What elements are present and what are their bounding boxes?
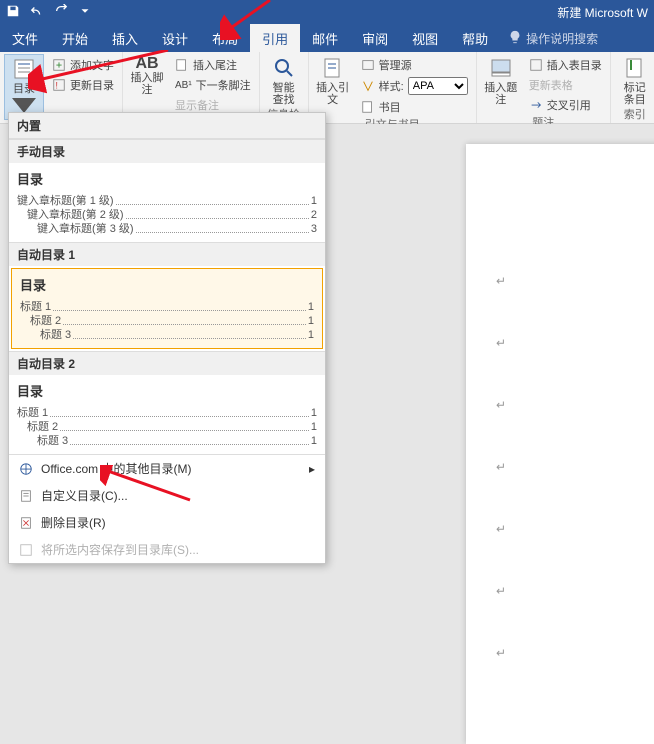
insert-caption-button[interactable]: 插入题注 xyxy=(481,54,521,106)
delete-icon xyxy=(19,516,33,530)
gallery-title-manual: 手动目录 xyxy=(9,139,325,163)
quick-access-toolbar xyxy=(6,4,92,21)
style-dropdown[interactable]: APA xyxy=(408,77,468,95)
next-footnote-button[interactable]: AB¹下一条脚注 xyxy=(171,76,255,94)
citation-style-select[interactable]: 样式: APA xyxy=(357,76,472,96)
tab-review[interactable]: 审阅 xyxy=(350,24,400,52)
tell-me-search[interactable]: 操作说明搜索 xyxy=(500,24,606,52)
paragraph-mark xyxy=(496,274,654,288)
mark-entry-button[interactable]: 标记 条目 xyxy=(615,54,654,106)
save-to-gallery-item: 将所选内容保存到目录库(S)... xyxy=(9,536,325,563)
paragraph-mark xyxy=(496,460,654,474)
tab-home[interactable]: 开始 xyxy=(50,24,100,52)
insert-footnote-button[interactable]: AB 插入脚注 xyxy=(127,54,167,96)
ribbon-group-captions: 插入题注 插入表目录 更新表格 交叉引用 题注 xyxy=(477,52,611,123)
menu-bar: 文件 开始 插入 设计 布局 引用 邮件 审阅 视图 帮助 操作说明搜索 xyxy=(0,24,654,52)
more-from-office-item[interactable]: Office.com 中的其他目录(M) ▸ xyxy=(9,455,325,482)
gallery-title-auto2: 自动目录 2 xyxy=(9,351,325,375)
update-toc-button[interactable]: !更新目录 xyxy=(48,76,118,94)
tab-help[interactable]: 帮助 xyxy=(450,24,500,52)
tab-file[interactable]: 文件 xyxy=(0,24,50,52)
insert-tof-button[interactable]: 插入表目录 xyxy=(525,56,606,74)
tab-view[interactable]: 视图 xyxy=(400,24,450,52)
tab-design[interactable]: 设计 xyxy=(150,24,200,52)
title-bar: 新建 Microsoft W xyxy=(0,0,654,24)
gallery-item-auto2[interactable]: 目录 标题 11 标题 21 标题 31 xyxy=(9,375,325,454)
save-icon[interactable] xyxy=(6,4,20,21)
ribbon-group-index: 标记 条目 索引 xyxy=(611,52,654,123)
chevron-right-icon: ▸ xyxy=(309,462,315,476)
add-text-button[interactable]: 添加文字 xyxy=(48,56,118,74)
document-icon xyxy=(19,489,33,503)
paragraph-mark xyxy=(496,646,654,660)
qat-dropdown-icon[interactable] xyxy=(78,4,92,21)
paragraph-mark xyxy=(496,584,654,598)
remove-toc-item[interactable]: 删除目录(R) xyxy=(9,509,325,536)
toc-button[interactable]: 目录 xyxy=(4,54,44,120)
tab-insert[interactable]: 插入 xyxy=(100,24,150,52)
dropdown-section-builtin: 内置 xyxy=(9,113,325,139)
smart-lookup-button[interactable]: 智能 查找 xyxy=(264,54,304,106)
manage-sources-button[interactable]: 管理源 xyxy=(357,56,472,74)
custom-toc-item[interactable]: 自定义目录(C)... xyxy=(9,482,325,509)
toc-dropdown: 内置 手动目录 目录 键入章标题(第 1 级)1 键入章标题(第 2 级)2 键… xyxy=(8,112,326,564)
paragraph-mark xyxy=(496,398,654,412)
gallery-item-auto1[interactable]: 目录 标题 11 标题 21 标题 31 xyxy=(11,268,323,349)
cross-reference-button[interactable]: 交叉引用 xyxy=(525,96,606,114)
svg-text:!: ! xyxy=(56,81,58,91)
lightbulb-icon xyxy=(508,30,522,47)
bibliography-button[interactable]: 书目 xyxy=(357,98,472,116)
tab-layout[interactable]: 布局 xyxy=(200,24,250,52)
globe-icon xyxy=(19,462,33,476)
tab-references[interactable]: 引用 xyxy=(250,24,300,52)
insert-endnote-button[interactable]: 插入尾注 xyxy=(171,56,255,74)
paragraph-mark xyxy=(496,336,654,350)
ribbon-group-citations: 插入引文 管理源 样式: APA 书目 引文与书目 xyxy=(309,52,477,123)
save-icon xyxy=(19,543,33,557)
paragraph-mark xyxy=(496,522,654,536)
window-title: 新建 Microsoft W xyxy=(557,4,648,21)
gallery-title-auto1: 自动目录 1 xyxy=(9,242,325,266)
gallery-item-manual[interactable]: 目录 键入章标题(第 1 级)1 键入章标题(第 2 级)2 键入章标题(第 3… xyxy=(9,163,325,242)
undo-icon[interactable] xyxy=(30,4,44,21)
redo-icon[interactable] xyxy=(54,4,68,21)
insert-citation-button[interactable]: 插入引文 xyxy=(313,54,353,106)
document-page[interactable] xyxy=(466,144,654,744)
tab-mailings[interactable]: 邮件 xyxy=(300,24,350,52)
update-tof-button[interactable]: 更新表格 xyxy=(525,76,606,94)
